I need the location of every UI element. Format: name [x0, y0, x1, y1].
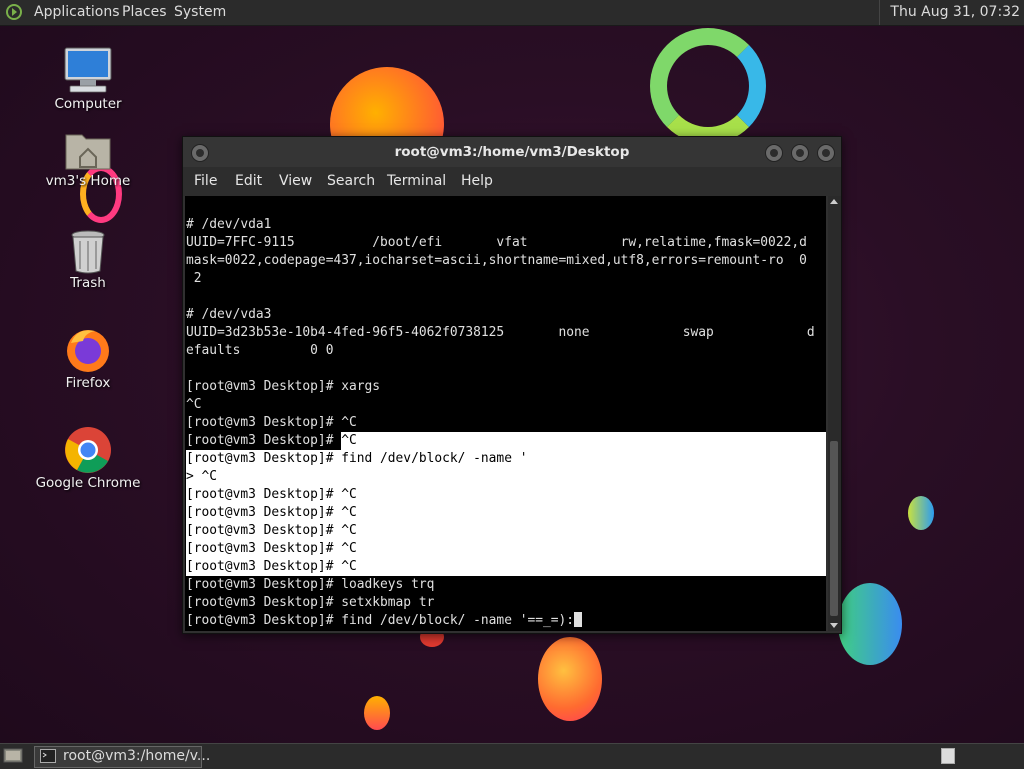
- terminal-line: [root@vm3 Desktop]# find /dev/block/ -na…: [186, 450, 826, 468]
- chrome-icon: [65, 427, 111, 473]
- terminal-line: # /dev/vda1: [186, 217, 272, 232]
- close-button[interactable]: [817, 144, 835, 162]
- taskbar-window-label: root@vm3:/home/v...: [63, 748, 211, 764]
- desktop-icon-trash[interactable]: Trash: [33, 229, 143, 291]
- desktop-icon-label: Google Chrome: [35, 475, 141, 491]
- desktop-icon-home[interactable]: vm3's Home: [33, 129, 143, 189]
- terminal-line: UUID=7FFC-9115 /boot/efi vfat rw,relatim…: [186, 235, 807, 250]
- menu-help[interactable]: Help: [461, 173, 493, 189]
- desktop-icon-computer[interactable]: Computer: [33, 46, 143, 112]
- terminal-titlebar[interactable]: root@vm3:/home/vm3/Desktop: [183, 137, 841, 167]
- terminal-line: [root@vm3 Desktop]# ^C: [186, 558, 826, 576]
- terminal-line: [root@vm3 Desktop]# ^C: [186, 432, 826, 450]
- terminal-line: [root@vm3 Desktop]# xargs: [186, 379, 381, 394]
- wallpaper-ring: [650, 28, 766, 144]
- show-desktop-icon[interactable]: [3, 747, 23, 765]
- terminal-line: [root@vm3 Desktop]# setxkbmap tr: [186, 595, 435, 610]
- terminal-cursor: [574, 612, 583, 627]
- home-folder-icon: [65, 134, 111, 170]
- wallpaper-blue-green: [838, 583, 902, 665]
- menu-edit[interactable]: Edit: [235, 173, 262, 189]
- menu-file[interactable]: File: [194, 173, 217, 189]
- menu-terminal[interactable]: Terminal: [387, 173, 446, 189]
- desktop-icon-label: Computer: [54, 96, 122, 112]
- terminal-line: [root@vm3 Desktop]# ^C: [186, 415, 357, 430]
- desktop-icon-firefox[interactable]: Firefox: [33, 325, 143, 391]
- wallpaper-orange-oval: [538, 637, 602, 721]
- terminal-line: [root@vm3 Desktop]# ^C: [186, 486, 826, 504]
- desktop-icon-chrome[interactable]: Google Chrome: [33, 425, 143, 491]
- computer-icon: [64, 47, 112, 93]
- workspace-switcher[interactable]: [941, 748, 955, 764]
- terminal-scrollbar[interactable]: [828, 196, 841, 631]
- wallpaper-small-orange: [364, 696, 390, 730]
- terminal-line: mask=0022,codepage=437,iocharset=ascii,s…: [186, 253, 807, 268]
- minimize-button[interactable]: [765, 144, 783, 162]
- terminal-window[interactable]: root@vm3:/home/vm3/Desktop File Edit Vie…: [182, 136, 842, 634]
- desktop-icon-label: vm3's Home: [45, 173, 131, 189]
- terminal-line: [root@vm3 Desktop]# ^C: [186, 540, 826, 558]
- terminal-line: [root@vm3 Desktop]# loadkeys trq: [186, 577, 435, 592]
- terminal-line: 2: [186, 271, 202, 286]
- scrollbar-thumb[interactable]: [830, 441, 838, 616]
- trash-icon: [71, 230, 105, 274]
- terminal-line: [root@vm3 Desktop]# ^C: [186, 504, 826, 522]
- terminal-line: UUID=3d23b53e-10b4-4fed-96f5-4062f073812…: [186, 325, 815, 340]
- desktop-icon-label: Firefox: [65, 375, 111, 391]
- terminal-line: > ^C: [186, 468, 826, 486]
- menu-applications[interactable]: Applications: [34, 4, 120, 20]
- terminal-line: efaults 0 0: [186, 343, 334, 358]
- taskbar-terminal-button[interactable]: root@vm3:/home/v...: [34, 746, 210, 768]
- terminal-menubar: File Edit View Search Terminal Help: [183, 167, 841, 196]
- terminal-line: [root@vm3 Desktop]# ^C: [186, 522, 826, 540]
- clock[interactable]: Thu Aug 31, 07:32: [879, 0, 1024, 25]
- menu-view[interactable]: View: [279, 173, 312, 189]
- applications-logo-icon[interactable]: [6, 4, 22, 20]
- desktop-icon-label: Trash: [70, 275, 106, 291]
- maximize-button[interactable]: [791, 144, 809, 162]
- window-title: root@vm3:/home/vm3/Desktop: [394, 144, 630, 160]
- terminal-line: # /dev/vda3: [186, 307, 272, 322]
- menu-search[interactable]: Search: [327, 173, 375, 189]
- terminal-line: ^C: [186, 397, 202, 412]
- terminal-lines: # /dev/vda1 UUID=7FFC-9115 /boot/efi vfat…: [186, 216, 826, 630]
- menu-places[interactable]: Places: [122, 4, 167, 20]
- firefox-icon: [67, 330, 109, 372]
- scroll-down-icon[interactable]: [830, 623, 838, 628]
- terminal-output[interactable]: # /dev/vda1 UUID=7FFC-9115 /boot/efi vfat…: [185, 196, 826, 631]
- top-panel: Applications Places System Thu Aug 31, 0…: [0, 0, 1024, 26]
- scroll-up-icon[interactable]: [830, 199, 838, 204]
- menu-system[interactable]: System: [174, 4, 226, 20]
- window-menu-button[interactable]: [191, 144, 209, 162]
- terminal-icon: [40, 749, 56, 763]
- bottom-panel: root@vm3:/home/v...: [0, 743, 1024, 769]
- terminal-line: [root@vm3 Desktop]# find /dev/block/ -na…: [186, 612, 826, 630]
- wallpaper-small-blue: [908, 496, 934, 530]
